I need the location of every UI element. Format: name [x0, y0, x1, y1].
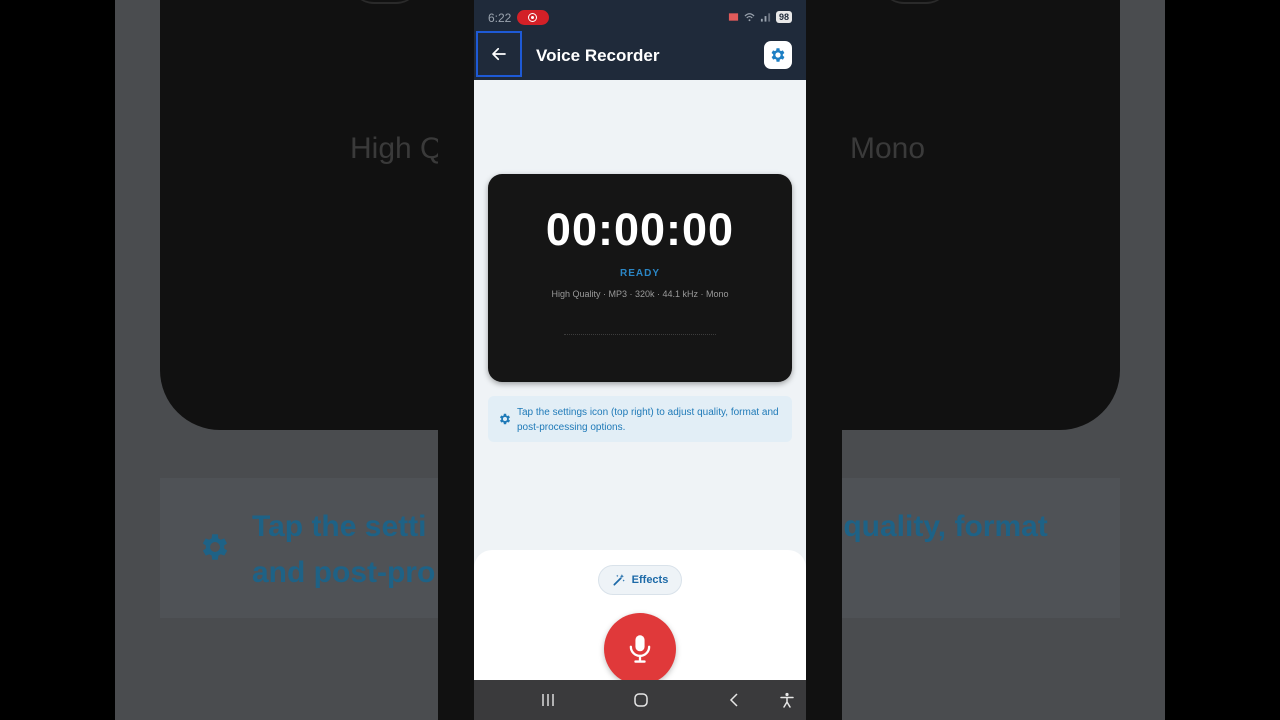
chevron-left-icon	[729, 693, 738, 707]
status-time: 6:22	[488, 11, 512, 25]
phone-bezel-left	[438, 0, 474, 720]
accessibility-icon	[780, 692, 794, 708]
effects-button[interactable]: Effects	[598, 565, 682, 595]
quality-summary: High Quality · MP3 · 320k · 44.1 kHz · M…	[551, 289, 729, 299]
battery-level: 98	[775, 11, 792, 23]
screen-record-indicator	[517, 10, 549, 25]
background-decoration	[350, 0, 420, 4]
effects-label: Effects	[631, 574, 669, 586]
page-title: Voice Recorder	[536, 46, 660, 65]
gear-icon	[499, 413, 511, 425]
record-button[interactable]	[604, 613, 676, 685]
gear-icon	[771, 48, 785, 62]
back-nav-button[interactable]	[722, 688, 746, 712]
background-tip-line: Tap the setti	[252, 510, 427, 543]
system-nav-bar	[474, 680, 806, 720]
background-decoration	[880, 0, 950, 4]
back-button[interactable]	[476, 31, 522, 77]
waveform-placeholder	[564, 334, 716, 335]
magic-wand-icon	[613, 574, 625, 586]
microphone-icon	[629, 635, 651, 663]
background-quality-text: High Q	[350, 132, 444, 165]
background-mono-text: Mono	[850, 132, 926, 165]
background-tip-text-right: t quality, format	[825, 510, 1048, 543]
phone-screen: 6:22 98 Voice Recorder 00:00:00 READY Hi…	[474, 0, 806, 720]
home-icon	[634, 693, 648, 707]
status-bar: 6:22 98	[474, 0, 806, 34]
tip-text: Tap the settings icon (top right) to adj…	[517, 407, 779, 433]
record-dot-icon	[528, 13, 537, 22]
settings-tip: Tap the settings icon (top right) to adj…	[488, 396, 792, 442]
background-tip-line: and post-pro	[252, 556, 436, 589]
recent-apps-button[interactable]	[536, 688, 560, 712]
home-button[interactable]	[629, 688, 653, 712]
screen: High Q Mono Tap the setti and post-pro t…	[0, 0, 1280, 720]
status-icons: 98	[728, 11, 792, 23]
background-tip-text: Tap the setti and post-pro	[252, 504, 452, 596]
notification-icon	[728, 13, 739, 21]
settings-button[interactable]	[764, 41, 792, 69]
arrow-left-icon	[492, 47, 506, 61]
elapsed-timer: 00:00:00	[545, 204, 735, 255]
phone-bezel-right	[806, 0, 842, 720]
app-bar: Voice Recorder	[474, 31, 806, 80]
recents-icon	[542, 694, 554, 706]
signal-icon	[760, 13, 771, 22]
background-gear-icon	[202, 534, 228, 560]
recorder-status: READY	[619, 268, 660, 279]
control-panel: Effects	[474, 550, 806, 685]
timer-card: 00:00:00 READY High Quality · MP3 · 320k…	[488, 174, 792, 382]
accessibility-button[interactable]	[775, 688, 799, 712]
wifi-icon	[744, 13, 755, 22]
